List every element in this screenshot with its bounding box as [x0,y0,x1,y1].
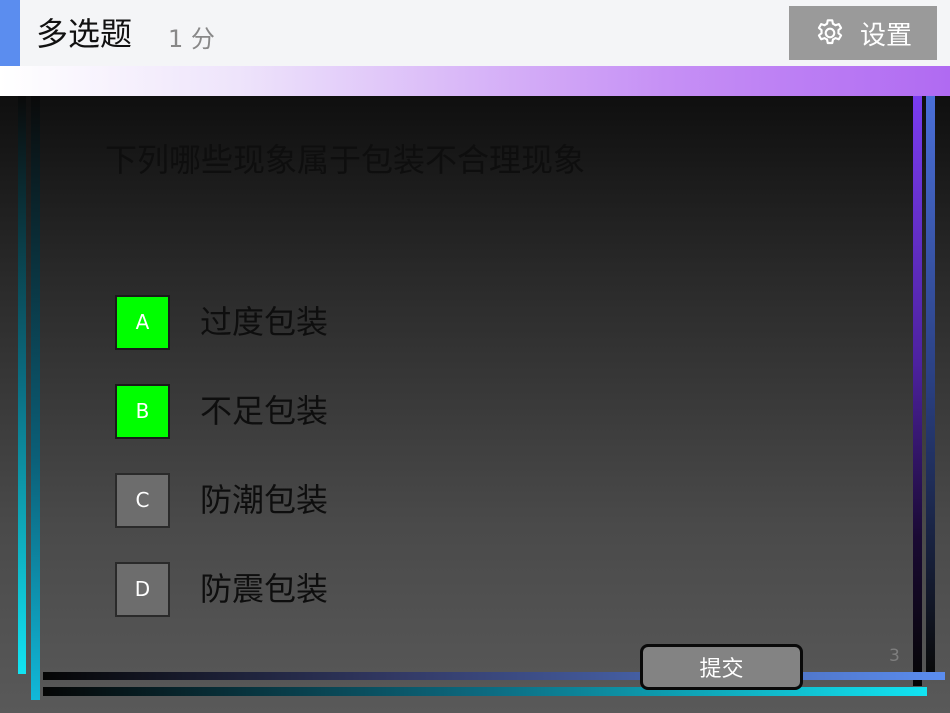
option-a-label: 过度包装 [200,303,329,341]
option-c-label: 防潮包装 [200,481,329,519]
option-c-checkbox[interactable]: C [115,472,170,528]
gear-icon [817,19,843,45]
option-d-checkbox[interactable]: D [115,561,170,617]
header: 多选题 1 分 设置 [0,0,950,66]
frame-left-outer [18,96,26,674]
frame-right-inner [913,96,922,686]
option-b-label: 不足包装 [200,392,329,430]
question-score: 1 分 [168,25,215,53]
frame-right-outer [926,96,935,674]
question-slide: 下列哪些现象属于包装不合理现象 A 过度包装 B 不足包装 C 防潮包装 D 防… [0,96,950,713]
page-number: 3 [889,646,900,666]
option-d-label: 防震包装 [200,570,329,608]
frame-left-inner [31,96,40,700]
header-accent-bar [0,0,20,66]
option-a[interactable]: A 过度包装 [115,294,328,350]
settings-label: 设置 [859,20,912,51]
option-b[interactable]: B 不足包装 [115,383,328,439]
option-d[interactable]: D 防震包装 [115,561,328,617]
question-type-title: 多选题 [36,15,133,53]
settings-button[interactable]: 设置 [789,6,937,60]
question-text: 下列哪些现象属于包装不合理现象 [105,141,586,179]
option-a-checkbox[interactable]: A [115,294,170,350]
submit-button[interactable]: 提交 [640,644,803,690]
option-b-checkbox[interactable]: B [115,383,170,439]
frame-bottom-upper [43,672,945,680]
header-gradient-bar [0,66,950,96]
option-c[interactable]: C 防潮包装 [115,472,328,528]
